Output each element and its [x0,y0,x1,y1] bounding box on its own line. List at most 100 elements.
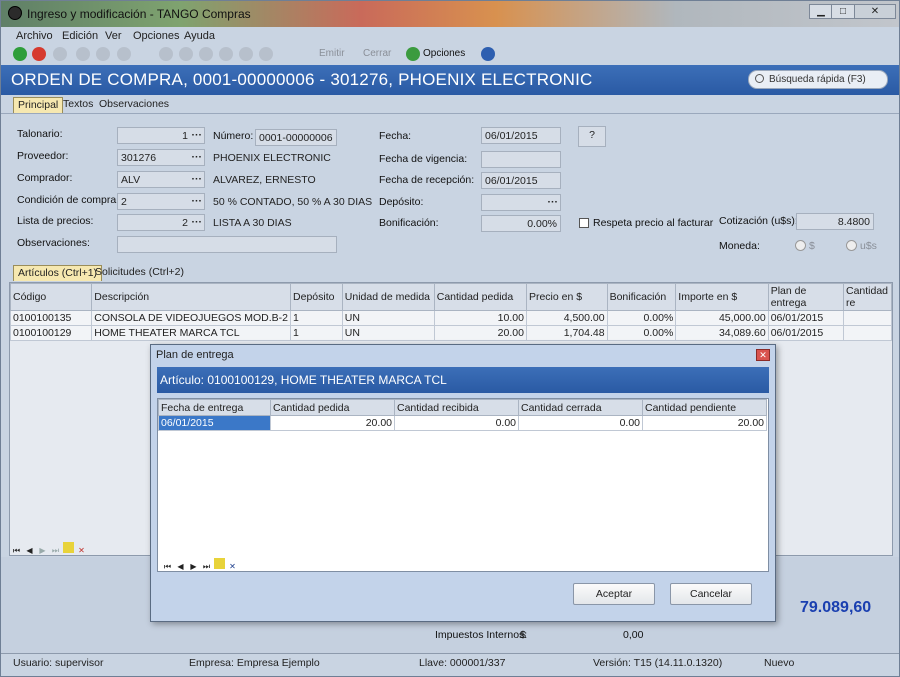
cell[interactable]: UN [341,325,435,341]
cell[interactable]: 06/01/2015 [767,310,844,326]
lookup-icon[interactable]: ··· [192,129,203,141]
cell[interactable]: UN [341,310,435,326]
column-header[interactable]: Cantidad pedida [270,399,395,416]
cell[interactable]: 0.00% [606,310,677,326]
cancel-icon[interactable] [32,47,46,61]
column-header[interactable]: Cantidad recibida [394,399,519,416]
back-icon[interactable] [96,47,110,61]
column-header[interactable]: Fecha de entrega [158,399,271,416]
insert-record-icon[interactable] [63,542,74,553]
maximize-button[interactable]: □ [831,4,855,19]
cell[interactable]: HOME THEATER MARCA TCL [91,325,292,341]
column-header[interactable]: Cantidad pendiente [642,399,767,416]
cell[interactable]: 06/01/2015 [767,325,844,341]
cell[interactable]: 1,704.48 [525,325,608,341]
sort-icon[interactable] [259,47,273,61]
table-row[interactable]: 0100100129 HOME THEATER MARCA TCL 1 UN 2… [9,325,893,341]
cell[interactable]: 0.00% [606,325,677,341]
column-header[interactable]: Bonificación [606,283,677,311]
cell[interactable]: 20.00 [642,415,767,431]
bonificacion-field[interactable]: 0.00% [481,215,561,232]
vigencia-field[interactable] [481,151,561,168]
prev-record-icon[interactable]: ◀ [24,545,35,556]
cell[interactable]: 4,500.00 [525,310,608,326]
prev-icon[interactable] [179,47,193,61]
cell[interactable]: 20.00 [270,415,395,431]
dialog-close-button[interactable]: ✕ [756,349,770,361]
star-icon[interactable] [239,47,253,61]
search-input[interactable]: Búsqueda rápida (F3) [748,70,888,89]
next-record-icon[interactable]: ▶ [37,545,48,556]
menu-edicion[interactable]: Edición [62,30,98,42]
cell[interactable]: 45,000.00 [675,310,769,326]
column-header[interactable]: Precio en $ [525,283,608,311]
last-record-icon[interactable]: ⏭ [201,561,212,572]
column-header[interactable]: Código [9,283,93,311]
cell[interactable]: 0.00 [518,415,643,431]
delete-record-icon[interactable]: ✕ [76,545,87,556]
moneda-pesos-radio[interactable] [795,240,806,251]
cell[interactable]: 10.00 [433,310,527,326]
cerrar-button[interactable]: Cerrar [363,48,391,59]
recepcion-field[interactable]: 06/01/2015 [481,172,561,189]
cell[interactable]: CONSOLA DE VIDEOJUEGOS MOD.B-2 [91,310,292,326]
cell[interactable]: 06/01/2015 [158,415,271,431]
cell[interactable] [842,310,893,326]
calendar-help-icon[interactable]: ? [578,126,606,147]
table-row[interactable]: 06/01/2015 20.00 0.00 0.00 20.00 [158,415,767,431]
column-header[interactable]: Plan de entrega [767,283,844,311]
menu-archivo[interactable]: Archivo [16,30,53,42]
table-row[interactable]: 0100100135 CONSOLA DE VIDEOJUEGOS MOD.B-… [9,310,893,326]
delete-icon[interactable] [76,47,90,61]
cell[interactable]: 34,089.60 [675,325,769,341]
accept-button[interactable]: Aceptar [573,583,655,605]
cell[interactable]: 0100100129 [9,325,93,341]
first-record-icon[interactable]: ⏮ [162,561,173,572]
cancel-button[interactable]: Cancelar [670,583,752,605]
tab-articulos[interactable]: Artículos (Ctrl+1) [13,265,103,281]
prev-record-icon[interactable]: ◀ [175,561,186,572]
last-record-icon[interactable]: ⏭ [50,545,61,556]
column-header[interactable]: Cantidad pedida [433,283,527,311]
deposito-field[interactable]: ··· [481,194,561,211]
add-icon[interactable] [53,47,67,61]
last-icon[interactable] [219,47,233,61]
fecha-field[interactable]: 06/01/2015 [481,127,561,144]
column-header[interactable]: Importe en $ [675,283,769,311]
numero-field[interactable]: 0001-00000006 [255,129,337,146]
tab-principal[interactable]: Principal [13,97,64,113]
first-record-icon[interactable]: ⏮ [11,545,22,556]
lookup-icon[interactable]: ··· [192,151,203,163]
observaciones-field[interactable] [117,236,337,253]
cell[interactable]: 0.00 [394,415,519,431]
cell[interactable]: 1 [290,310,343,326]
up-icon[interactable] [117,47,131,61]
help-icon[interactable] [481,47,495,61]
menu-opciones[interactable]: Opciones [133,30,179,42]
column-header[interactable]: Cantidad cerrada [518,399,643,416]
next-record-icon[interactable]: ▶ [188,561,199,572]
confirm-icon[interactable] [13,47,27,61]
cell[interactable]: 0100100135 [9,310,93,326]
tab-solicitudes[interactable]: Solicitudes (Ctrl+2) [91,265,188,281]
lookup-icon[interactable]: ··· [192,195,203,207]
comprador-field[interactable]: ALV ··· [117,171,205,188]
tab-observaciones[interactable]: Observaciones [95,97,173,113]
condicion-field[interactable]: 2 ··· [117,193,205,210]
minimize-button[interactable]: ▁ [809,4,833,19]
menu-ayuda[interactable]: Ayuda [184,30,215,42]
cotizacion-field[interactable]: 8.4800 [796,213,874,230]
column-header[interactable]: Depósito [290,283,343,311]
column-header[interactable]: Cantidad re [842,283,893,311]
lookup-icon[interactable]: ··· [548,196,559,208]
opciones-button[interactable]: Opciones [423,48,465,59]
close-button[interactable]: ✕ [854,4,896,19]
delete-record-icon[interactable]: ✕ [227,561,238,572]
lookup-icon[interactable]: ··· [192,173,203,185]
insert-record-icon[interactable] [214,558,225,569]
menu-ver[interactable]: Ver [105,30,122,42]
cell[interactable] [842,325,893,341]
lookup-icon[interactable]: ··· [192,216,203,228]
column-header[interactable]: Descripción [91,283,292,311]
emitir-button[interactable]: Emitir [319,48,345,59]
